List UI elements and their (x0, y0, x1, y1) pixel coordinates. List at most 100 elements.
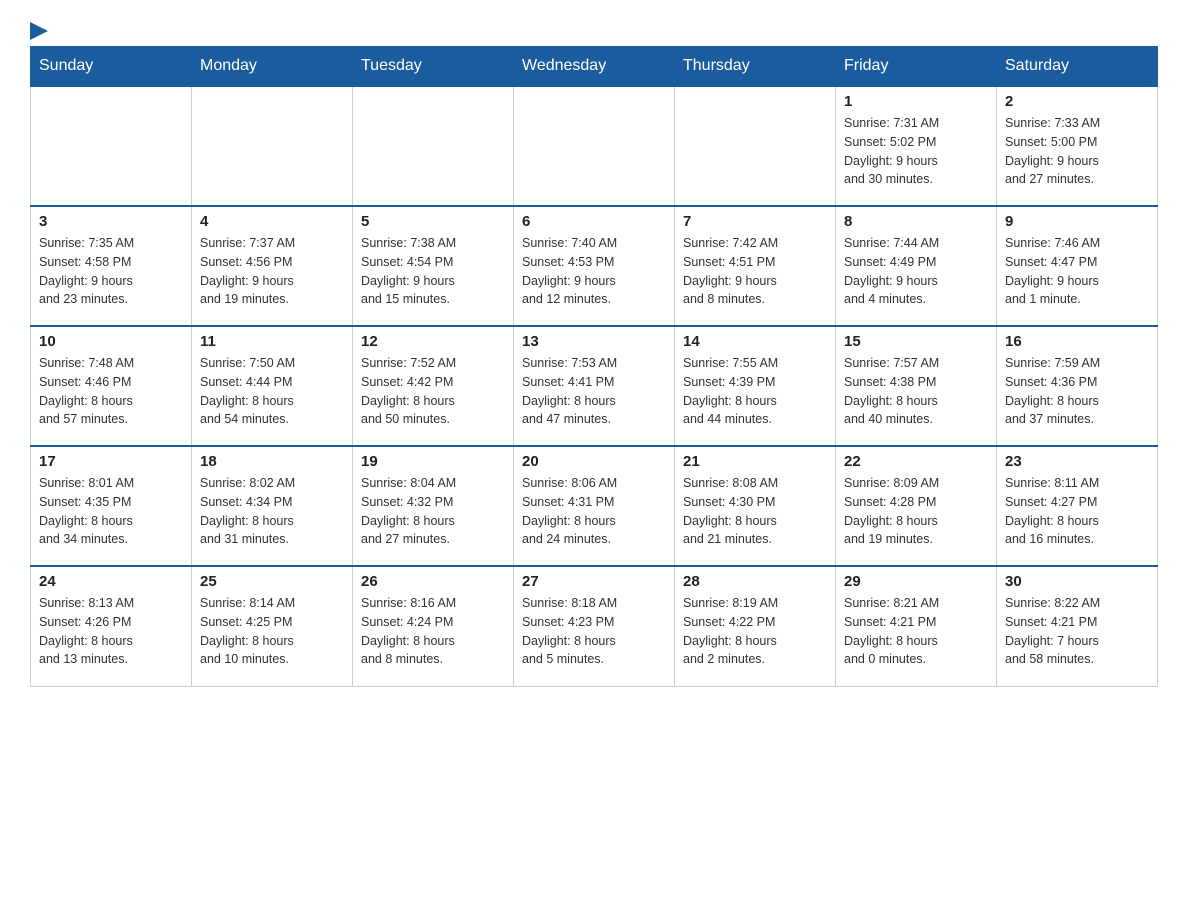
day-info: Sunrise: 8:06 AMSunset: 4:31 PMDaylight:… (522, 474, 666, 549)
day-number: 11 (200, 333, 344, 350)
day-info: Sunrise: 7:50 AMSunset: 4:44 PMDaylight:… (200, 354, 344, 429)
calendar-cell: 8Sunrise: 7:44 AMSunset: 4:49 PMDaylight… (836, 206, 997, 326)
calendar-cell: 20 Sunrise: 8:06 AMSunset: 4:31 PMDayligh… (514, 446, 675, 566)
day-info: Sunrise: 8:21 AMSunset: 4:21 PMDaylight:… (844, 594, 988, 669)
day-number: 27 (522, 573, 666, 590)
day-info: Sunrise: 7:59 AMSunset: 4:36 PMDaylight:… (1005, 354, 1149, 429)
day-info: Sunrise: 7:35 AMSunset: 4:58 PMDaylight:… (39, 234, 183, 309)
calendar-week-row: 17 Sunrise: 8:01 AMSunset: 4:35 PMDayligh… (31, 446, 1158, 566)
day-number: 21 (683, 453, 827, 470)
day-number: 13 (522, 333, 666, 350)
calendar-header-friday: Friday (836, 47, 997, 87)
calendar-header-sunday: Sunday (31, 47, 192, 87)
calendar-cell: 28 Sunrise: 8:19 AMSunset: 4:22 PMDayligh… (675, 566, 836, 686)
day-number: 7 (683, 213, 827, 230)
calendar-cell: 5 Sunrise: 7:38 AMSunset: 4:54 PMDaylight… (353, 206, 514, 326)
calendar-cell: 17 Sunrise: 8:01 AMSunset: 4:35 PMDayligh… (31, 446, 192, 566)
day-number: 28 (683, 573, 827, 590)
day-info: Sunrise: 7:57 AMSunset: 4:38 PMDaylight:… (844, 354, 988, 429)
day-number: 17 (39, 453, 183, 470)
day-info: Sunrise: 8:11 AMSunset: 4:27 PMDaylight:… (1005, 474, 1149, 549)
calendar-cell: 1Sunrise: 7:31 AMSunset: 5:02 PMDaylight… (836, 86, 997, 206)
calendar-cell: 14Sunrise: 7:55 AMSunset: 4:39 PMDayligh… (675, 326, 836, 446)
calendar-cell (675, 86, 836, 206)
calendar-cell: 11 Sunrise: 7:50 AMSunset: 4:44 PMDayligh… (192, 326, 353, 446)
logo-blue-part (30, 20, 48, 42)
calendar-header-monday: Monday (192, 47, 353, 87)
day-number: 14 (683, 333, 827, 350)
day-info: Sunrise: 7:53 AMSunset: 4:41 PMDaylight:… (522, 354, 666, 429)
calendar-cell: 18 Sunrise: 8:02 AMSunset: 4:34 PMDayligh… (192, 446, 353, 566)
calendar-cell: 12 Sunrise: 7:52 AMSunset: 4:42 PMDayligh… (353, 326, 514, 446)
calendar-cell: 22 Sunrise: 8:09 AMSunset: 4:28 PMDayligh… (836, 446, 997, 566)
calendar-cell: 24Sunrise: 8:13 AMSunset: 4:26 PMDayligh… (31, 566, 192, 686)
day-number: 9 (1005, 213, 1149, 230)
calendar-header-row: SundayMondayTuesdayWednesdayThursdayFrid… (31, 47, 1158, 87)
calendar-week-row: 3 Sunrise: 7:35 AMSunset: 4:58 PMDaylight… (31, 206, 1158, 326)
day-info: Sunrise: 8:02 AMSunset: 4:34 PMDaylight:… (200, 474, 344, 549)
calendar-cell: 15 Sunrise: 7:57 AMSunset: 4:38 PMDayligh… (836, 326, 997, 446)
day-number: 2 (1005, 93, 1149, 110)
calendar-cell: 23 Sunrise: 8:11 AMSunset: 4:27 PMDayligh… (997, 446, 1158, 566)
day-number: 19 (361, 453, 505, 470)
day-number: 20 (522, 453, 666, 470)
logo-arrow-icon (30, 20, 48, 42)
calendar-cell: 10 Sunrise: 7:48 AMSunset: 4:46 PMDayligh… (31, 326, 192, 446)
calendar-header-wednesday: Wednesday (514, 47, 675, 87)
calendar-cell: 19 Sunrise: 8:04 AMSunset: 4:32 PMDayligh… (353, 446, 514, 566)
calendar-cell: 29 Sunrise: 8:21 AMSunset: 4:21 PMDayligh… (836, 566, 997, 686)
day-number: 29 (844, 573, 988, 590)
calendar-cell: 4 Sunrise: 7:37 AMSunset: 4:56 PMDaylight… (192, 206, 353, 326)
calendar-cell: 27 Sunrise: 8:18 AMSunset: 4:23 PMDayligh… (514, 566, 675, 686)
day-number: 10 (39, 333, 183, 350)
calendar-cell (192, 86, 353, 206)
day-info: Sunrise: 8:22 AMSunset: 4:21 PMDaylight:… (1005, 594, 1149, 669)
calendar-cell: 3 Sunrise: 7:35 AMSunset: 4:58 PMDaylight… (31, 206, 192, 326)
day-number: 30 (1005, 573, 1149, 590)
day-info: Sunrise: 8:18 AMSunset: 4:23 PMDaylight:… (522, 594, 666, 669)
day-info: Sunrise: 7:38 AMSunset: 4:54 PMDaylight:… (361, 234, 505, 309)
day-number: 4 (200, 213, 344, 230)
page-header (30, 20, 1158, 36)
day-info: Sunrise: 7:42 AMSunset: 4:51 PMDaylight:… (683, 234, 827, 309)
calendar-cell: 26 Sunrise: 8:16 AMSunset: 4:24 PMDayligh… (353, 566, 514, 686)
calendar-cell: 9 Sunrise: 7:46 AMSunset: 4:47 PMDaylight… (997, 206, 1158, 326)
calendar-cell: 25 Sunrise: 8:14 AMSunset: 4:25 PMDayligh… (192, 566, 353, 686)
calendar-cell (31, 86, 192, 206)
day-info: Sunrise: 8:04 AMSunset: 4:32 PMDaylight:… (361, 474, 505, 549)
day-info: Sunrise: 8:19 AMSunset: 4:22 PMDaylight:… (683, 594, 827, 669)
day-info: Sunrise: 7:52 AMSunset: 4:42 PMDaylight:… (361, 354, 505, 429)
calendar-cell: 30 Sunrise: 8:22 AMSunset: 4:21 PMDayligh… (997, 566, 1158, 686)
day-info: Sunrise: 7:37 AMSunset: 4:56 PMDaylight:… (200, 234, 344, 309)
day-number: 26 (361, 573, 505, 590)
calendar-cell (353, 86, 514, 206)
calendar-cell (514, 86, 675, 206)
day-number: 5 (361, 213, 505, 230)
calendar-cell: 2 Sunrise: 7:33 AMSunset: 5:00 PMDaylight… (997, 86, 1158, 206)
calendar-header-saturday: Saturday (997, 47, 1158, 87)
day-info: Sunrise: 8:09 AMSunset: 4:28 PMDaylight:… (844, 474, 988, 549)
day-number: 3 (39, 213, 183, 230)
logo (30, 20, 48, 36)
day-info: Sunrise: 7:33 AMSunset: 5:00 PMDaylight:… (1005, 114, 1149, 189)
calendar-header-thursday: Thursday (675, 47, 836, 87)
calendar-cell: 6Sunrise: 7:40 AMSunset: 4:53 PMDaylight… (514, 206, 675, 326)
day-number: 8 (844, 213, 988, 230)
day-info: Sunrise: 7:46 AMSunset: 4:47 PMDaylight:… (1005, 234, 1149, 309)
day-info: Sunrise: 8:16 AMSunset: 4:24 PMDaylight:… (361, 594, 505, 669)
calendar-week-row: 10 Sunrise: 7:48 AMSunset: 4:46 PMDayligh… (31, 326, 1158, 446)
day-number: 18 (200, 453, 344, 470)
day-number: 16 (1005, 333, 1149, 350)
day-number: 22 (844, 453, 988, 470)
day-number: 12 (361, 333, 505, 350)
day-number: 15 (844, 333, 988, 350)
calendar-cell: 7 Sunrise: 7:42 AMSunset: 4:51 PMDaylight… (675, 206, 836, 326)
day-info: Sunrise: 8:01 AMSunset: 4:35 PMDaylight:… (39, 474, 183, 549)
day-number: 23 (1005, 453, 1149, 470)
day-number: 25 (200, 573, 344, 590)
day-number: 6 (522, 213, 666, 230)
day-number: 24 (39, 573, 183, 590)
day-info: Sunrise: 8:14 AMSunset: 4:25 PMDaylight:… (200, 594, 344, 669)
calendar-cell: 21Sunrise: 8:08 AMSunset: 4:30 PMDayligh… (675, 446, 836, 566)
day-info: Sunrise: 7:48 AMSunset: 4:46 PMDaylight:… (39, 354, 183, 429)
